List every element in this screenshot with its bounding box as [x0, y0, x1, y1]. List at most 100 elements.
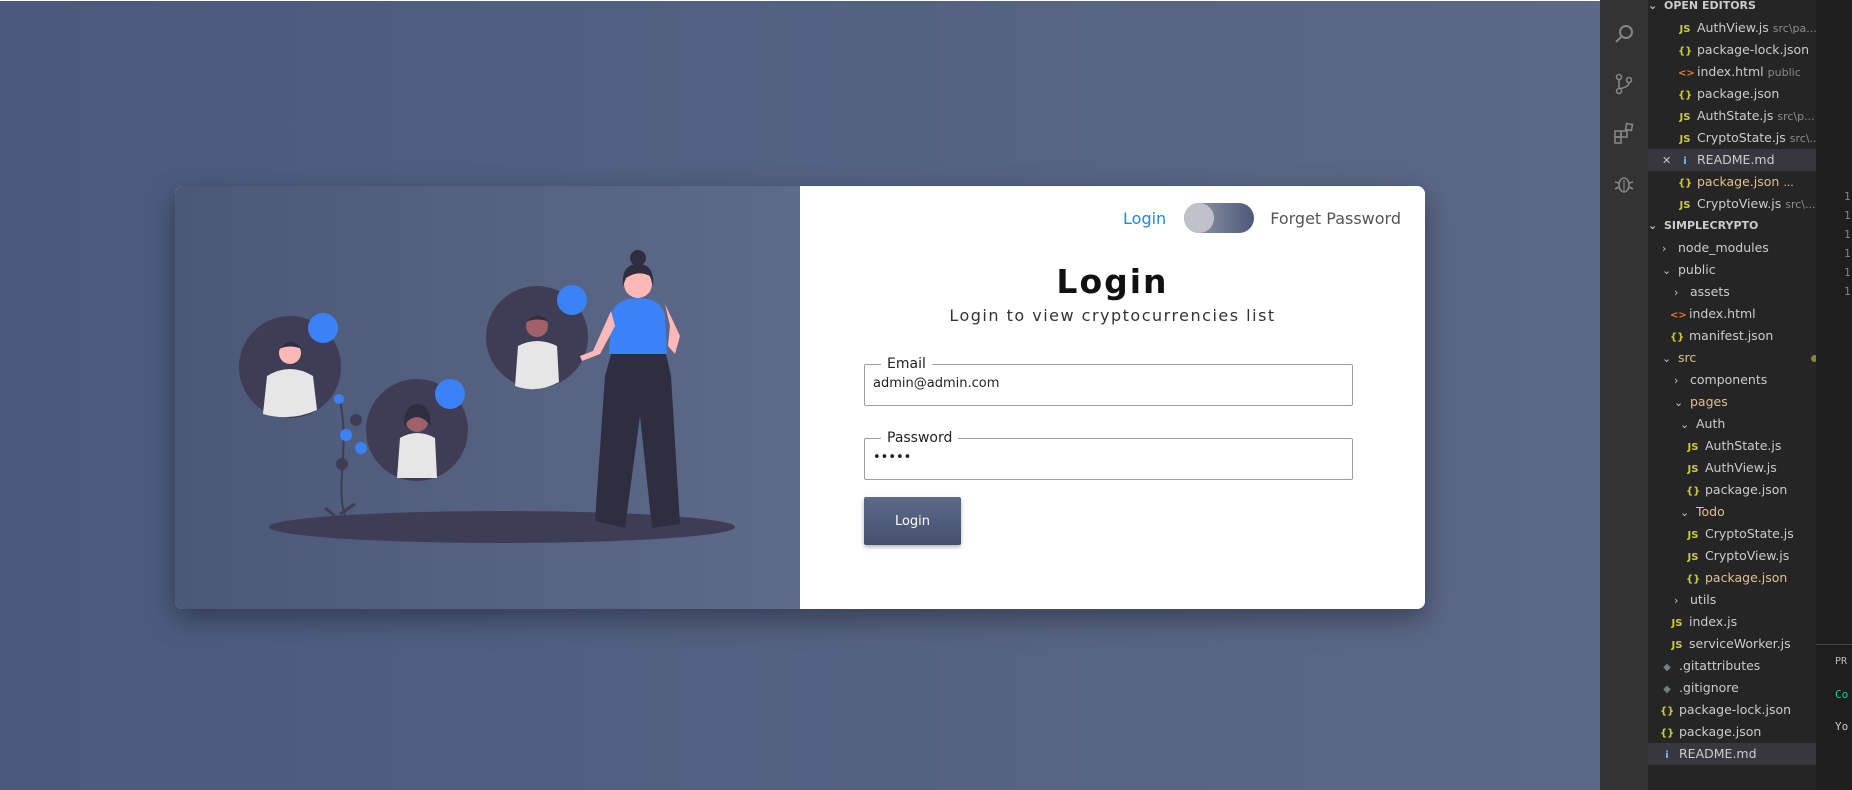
close-icon[interactable]: ✕: [1662, 150, 1674, 171]
email-input[interactable]: [873, 372, 1333, 391]
tree-file[interactable]: JS index.js: [1648, 611, 1816, 633]
tree-folder[interactable]: ⌄ public: [1648, 259, 1816, 281]
js-file-icon: JS: [1687, 464, 1699, 475]
open-editors-header[interactable]: ⌄ OPEN EDITORS: [1648, 0, 1816, 17]
tree-folder[interactable]: › components: [1648, 369, 1816, 391]
js-file-icon: JS: [1671, 618, 1683, 629]
open-editor-item[interactable]: <> index.html public: [1648, 61, 1816, 83]
chevron-right-icon: ›: [1674, 286, 1679, 299]
switch-knob[interactable]: [1184, 203, 1215, 233]
login-mode-link[interactable]: Login: [1123, 209, 1166, 228]
panel-tab-fragment[interactable]: PR: [1835, 656, 1847, 667]
open-editor-item[interactable]: JS AuthState.js src\p...: [1648, 105, 1816, 127]
line-number: 1: [1844, 266, 1851, 279]
open-editor-item[interactable]: {}package.json...1: [1648, 171, 1816, 193]
password-field: Password: [864, 430, 1353, 480]
tree-folder[interactable]: › utils: [1648, 589, 1816, 611]
chevron-right-icon: ›: [1662, 242, 1667, 255]
password-label: Password: [887, 430, 953, 446]
js-file-icon: JS: [1679, 200, 1691, 211]
tree-file[interactable]: JS serviceWorker.js: [1648, 633, 1816, 655]
password-input[interactable]: [873, 446, 1333, 465]
js-file-icon: JS: [1679, 134, 1691, 145]
tree-file[interactable]: {}package.json1: [1648, 567, 1816, 589]
js-file-icon: JS: [1671, 640, 1683, 651]
project-header[interactable]: ⌄ SIMPLECRYPTO: [1648, 215, 1816, 237]
git-file-icon: ◆: [1663, 684, 1671, 695]
open-editor-item[interactable]: JSCryptoState.jssrc\...: [1648, 127, 1816, 149]
tree-file[interactable]: {} package-lock.json: [1648, 699, 1816, 721]
terminal-text-fragment: Yo: [1835, 720, 1849, 733]
explorer-panel: ⌄ OPEN EDITORS JS AuthView.js src\pa... {} p…: [1648, 0, 1816, 790]
json-file-icon: {}: [1660, 728, 1675, 739]
email-field: Email: [864, 356, 1353, 406]
chevron-down-icon: ⌄: [1662, 264, 1672, 277]
people-illustration: [239, 250, 735, 543]
open-editor-item-active[interactable]: ✕ i README.md: [1648, 149, 1816, 171]
chevron-down-icon: ⌄: [1674, 396, 1684, 409]
json-file-icon: {}: [1678, 178, 1693, 189]
tree-file[interactable]: JS CryptoView.js: [1648, 545, 1816, 567]
page-title: Login: [1056, 262, 1169, 301]
info-file-icon: i: [1665, 750, 1669, 761]
editor-area-fragment: 1 1 1 1 1 1 PR Co Yo: [1816, 0, 1852, 790]
auth-mode-toggle: Login Forget Password: [1123, 202, 1401, 234]
js-file-icon: JS: [1687, 442, 1699, 453]
page-subtitle: Login to view cryptocurrencies list: [949, 306, 1276, 325]
line-number: 1: [1844, 247, 1851, 260]
tree-file[interactable]: ◆ .gitignore: [1648, 677, 1816, 699]
search-icon[interactable]: [1612, 22, 1636, 46]
info-file-icon: i: [1683, 156, 1687, 167]
tree-folder[interactable]: › node_modules: [1648, 237, 1816, 259]
forget-password-mode-link[interactable]: Forget Password: [1270, 209, 1401, 228]
tree-file[interactable]: ◆ .gitattributes: [1648, 655, 1816, 677]
tree-file[interactable]: JS CryptoState.js: [1648, 523, 1816, 545]
line-number: 1: [1844, 228, 1851, 241]
open-editor-item[interactable]: {} package.json: [1648, 83, 1816, 105]
html-file-icon: <>: [1670, 310, 1687, 321]
debug-icon[interactable]: [1612, 172, 1636, 196]
login-form-panel: Login Forget Password Login Login to vie…: [800, 186, 1425, 609]
tree-file-active[interactable]: i README.md: [1648, 743, 1816, 765]
js-file-icon: JS: [1687, 552, 1699, 563]
extensions-icon[interactable]: [1612, 122, 1636, 146]
panel-divider: [1816, 644, 1852, 645]
tree-file[interactable]: JS AuthView.js: [1648, 457, 1816, 479]
tree-file[interactable]: {} package.json: [1648, 479, 1816, 501]
chevron-right-icon: ›: [1674, 594, 1679, 607]
json-file-icon: {}: [1686, 486, 1701, 497]
json-file-icon: {}: [1678, 46, 1693, 57]
login-card: Login Forget Password Login Login to vie…: [175, 186, 1425, 609]
chevron-down-icon: ⌄: [1680, 506, 1690, 519]
git-file-icon: ◆: [1663, 662, 1671, 673]
line-number: 1: [1844, 190, 1851, 203]
js-file-icon: JS: [1687, 530, 1699, 541]
open-editor-item[interactable]: JS AuthView.js src\pa...: [1648, 17, 1816, 39]
html-file-icon: <>: [1678, 68, 1695, 79]
tree-file[interactable]: {} manifest.json: [1648, 325, 1816, 347]
open-editor-item[interactable]: {} package-lock.json: [1648, 39, 1816, 61]
open-editor-item[interactable]: JS CryptoView.js src\...: [1648, 193, 1816, 215]
tree-folder[interactable]: ⌄ src: [1648, 347, 1816, 369]
tree-folder[interactable]: › assets: [1648, 281, 1816, 303]
tree-file[interactable]: {} package.json: [1648, 721, 1816, 743]
terminal-text-fragment: Co: [1835, 688, 1849, 701]
tree-folder[interactable]: ⌄ Auth: [1648, 413, 1816, 435]
chevron-down-icon: ⌄: [1662, 352, 1672, 365]
mode-switch[interactable]: [1184, 203, 1255, 233]
chevron-down-icon: ⌄: [1680, 418, 1690, 431]
tree-folder[interactable]: ⌄ Todo: [1648, 501, 1816, 523]
js-file-icon: JS: [1679, 112, 1691, 123]
source-control-icon[interactable]: [1612, 72, 1636, 96]
json-file-icon: {}: [1678, 90, 1693, 101]
line-number: 1: [1844, 285, 1851, 298]
json-file-icon: {}: [1686, 574, 1701, 585]
tree-file[interactable]: JS AuthState.js: [1648, 435, 1816, 457]
json-file-icon: {}: [1670, 332, 1685, 343]
tree-folder[interactable]: ⌄ pages: [1648, 391, 1816, 413]
login-button[interactable]: Login: [864, 497, 961, 545]
chevron-right-icon: ›: [1674, 374, 1679, 387]
tree-file[interactable]: <> index.html: [1648, 303, 1816, 325]
json-file-icon: {}: [1660, 706, 1675, 717]
browser-page: Login Forget Password Login Login to vie…: [0, 0, 1600, 790]
